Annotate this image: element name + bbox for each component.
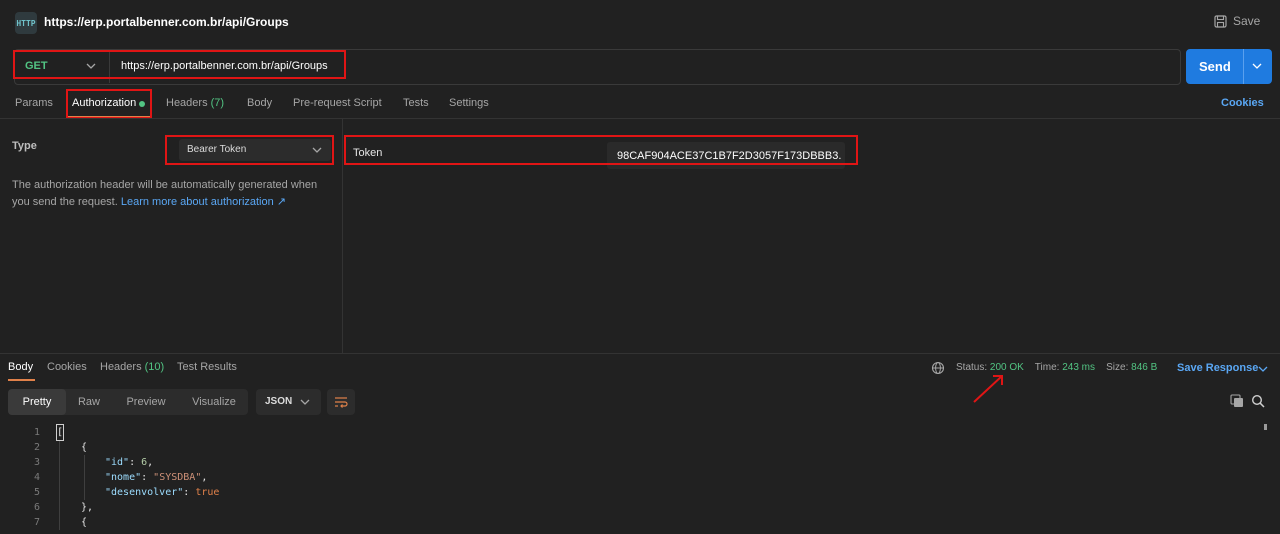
send-divider — [1243, 49, 1244, 84]
search-icon[interactable] — [1251, 394, 1265, 408]
annotation-box-auth-type — [165, 135, 334, 165]
line-number: 3 — [33, 457, 40, 468]
annotation-box-token — [344, 135, 858, 165]
request-title[interactable]: https://erp.portalbenner.com.br/api/Grou… — [44, 15, 289, 29]
tab-tests[interactable]: Tests — [403, 97, 429, 109]
size-label: Size: — [1106, 362, 1129, 373]
save-icon — [1214, 14, 1227, 28]
globe-icon[interactable] — [931, 361, 945, 375]
auth-type-label: Type — [12, 140, 37, 152]
tab-settings[interactable]: Settings — [449, 97, 489, 109]
response-tab-body[interactable]: Body — [8, 361, 33, 373]
tab-headers[interactable]: Headers (7) — [166, 97, 224, 109]
line-number: 1 — [33, 427, 40, 438]
json-value: "SYSDBA" — [153, 472, 202, 483]
time-label: Time: — [1034, 362, 1060, 373]
json-key: "desenvolver" — [105, 487, 184, 498]
annotation-box-url — [13, 50, 346, 79]
tab-params[interactable]: Params — [15, 97, 53, 109]
annotation-box-authorization-tab — [66, 89, 152, 119]
size-value[interactable]: 846 B — [1131, 362, 1157, 373]
line-number: 5 — [33, 487, 40, 498]
send-options-chevron-icon[interactable] — [1252, 62, 1262, 70]
response-tab-headers[interactable]: Headers (10) — [100, 361, 164, 373]
code-line: "id": 6, — [105, 457, 154, 468]
json-value: true — [195, 487, 220, 498]
save-label: Save — [1233, 14, 1261, 28]
learn-more-link[interactable]: Learn more about authorization ↗ — [121, 196, 286, 208]
indent-guide — [84, 455, 85, 500]
response-tab-test-results[interactable]: Test Results — [177, 361, 237, 373]
time-value[interactable]: 243 ms — [1062, 362, 1095, 373]
line-number: 2 — [33, 442, 40, 453]
response-tab-headers-label: Headers — [100, 361, 142, 373]
response-active-tab-underline — [8, 379, 35, 381]
indent-guide — [59, 440, 60, 530]
view-visualize-button[interactable]: Visualize — [180, 389, 248, 415]
http-request-icon: HTTP — [15, 12, 37, 34]
line-number: 6 — [33, 502, 40, 513]
divider — [0, 353, 1280, 354]
view-preview-button[interactable]: Preview — [112, 389, 180, 415]
wrap-lines-icon — [335, 397, 348, 408]
save-button[interactable]: Save — [1214, 14, 1260, 28]
code-token: { — [81, 442, 88, 453]
chevron-down-icon — [1258, 366, 1268, 372]
save-response-button[interactable]: Save Response — [1177, 362, 1258, 374]
tab-body[interactable]: Body — [247, 97, 272, 109]
tab-headers-count: (7) — [210, 97, 225, 109]
code-token: }, — [81, 502, 94, 513]
view-pretty-button[interactable]: Pretty — [8, 389, 66, 415]
line-number: 4 — [33, 472, 40, 483]
response-tab-cookies[interactable]: Cookies — [47, 361, 87, 373]
code-line: "nome": "SYSDBA", — [105, 472, 208, 483]
scrollbar-thumb[interactable] — [1264, 424, 1267, 430]
send-label: Send — [1199, 59, 1231, 74]
json-key: "nome" — [105, 472, 142, 483]
tab-headers-label: Headers — [166, 97, 208, 109]
code-line: "desenvolver": true — [105, 487, 220, 498]
cookies-link[interactable]: Cookies — [1221, 97, 1264, 109]
json-key: "id" — [105, 457, 130, 468]
response-tab-headers-count: (10) — [144, 361, 165, 373]
auth-help-text: The authorization header will be automat… — [12, 177, 332, 211]
annotation-arrow-icon — [973, 375, 1003, 403]
code-token: [ — [55, 424, 65, 441]
format-value: JSON — [265, 396, 293, 407]
code-token: { — [81, 517, 88, 528]
view-raw-button[interactable]: Raw — [66, 389, 112, 415]
line-number: 7 — [33, 517, 40, 528]
chevron-down-icon — [300, 399, 310, 405]
tab-pre-request-script[interactable]: Pre-request Script — [293, 97, 382, 109]
copy-icon[interactable] — [1230, 394, 1244, 408]
